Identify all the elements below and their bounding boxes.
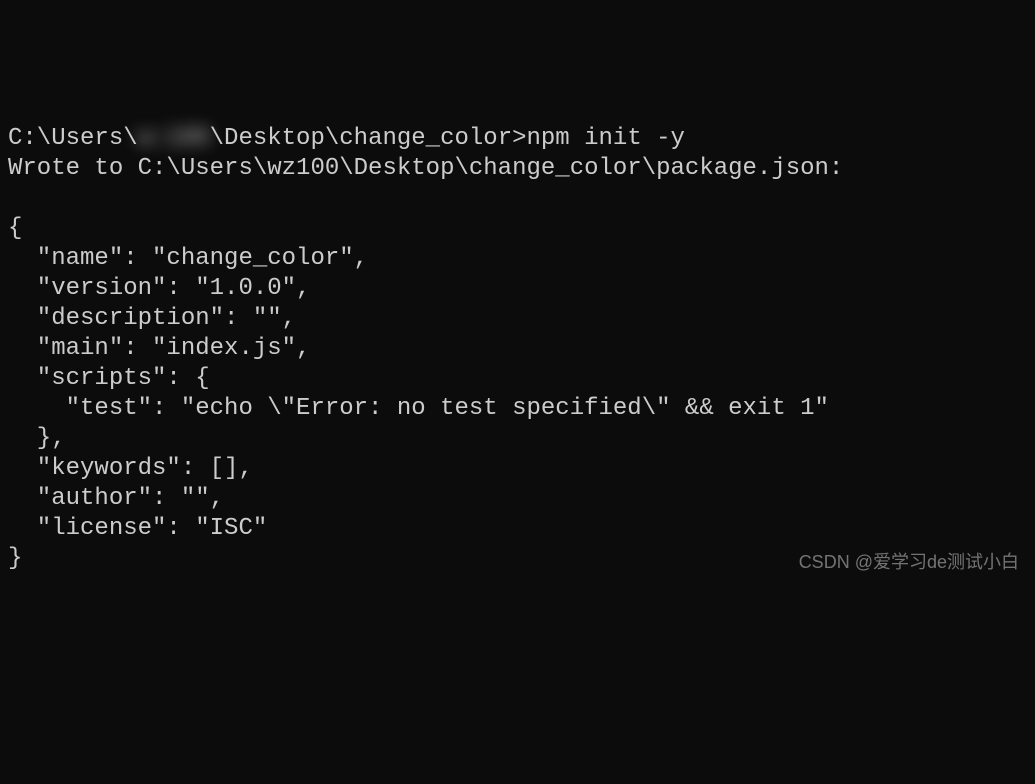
output-wrote-line: Wrote to C:\Users\wz100\Desktop\change_c… [8, 154, 1027, 184]
prompt-line[interactable]: C:\Users\w:100\Desktop\change_color>npm … [8, 124, 1027, 154]
watermark: CSDN @爱学习de测试小白 [799, 551, 1019, 574]
json-output: { "name": "change_color", "version": "1.… [8, 184, 1027, 574]
command-text: npm init -y [527, 125, 685, 152]
prompt-path-suffix: \Desktop\change_color> [210, 125, 527, 152]
prompt-path-prefix: C:\Users\ [8, 125, 138, 152]
prompt-user-censored: w:100 [138, 124, 210, 154]
